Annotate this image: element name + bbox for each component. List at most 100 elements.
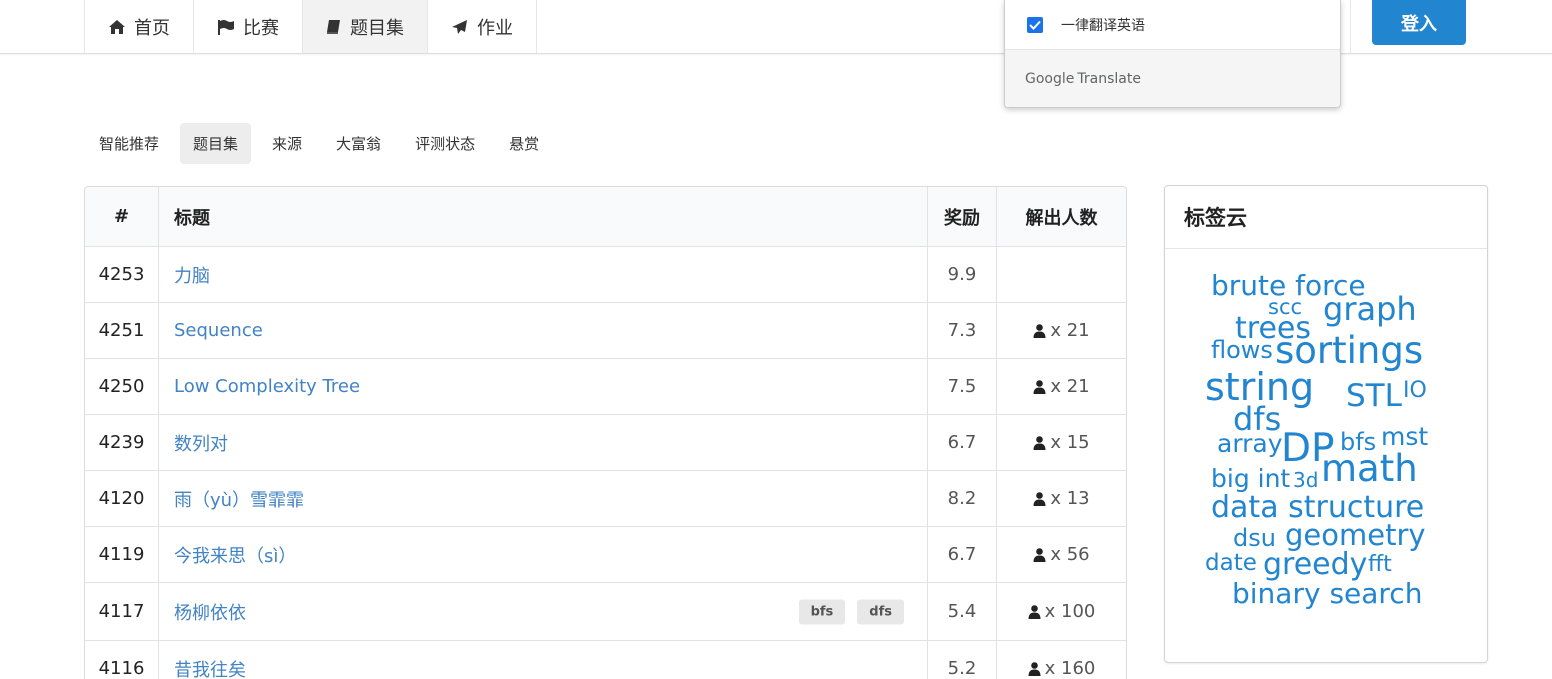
problem-title-link[interactable]: 昔我往矣 [174, 656, 246, 679]
always-translate-label: 一律翻译英语 [1061, 17, 1145, 34]
problem-title-link[interactable]: Low Complexity Tree [174, 376, 360, 397]
solved-count: x 21 [1033, 376, 1090, 397]
tag-cloud-word[interactable]: flows [1211, 338, 1273, 362]
problem-tag[interactable]: bfs [798, 599, 846, 624]
problem-title-cell: 今我来思（sì） [159, 527, 928, 582]
subnav-bounty[interactable]: 悬赏 [496, 123, 552, 164]
subnav-recommend[interactable]: 智能推荐 [86, 123, 172, 164]
tag-cloud: brute force scc graph trees flows sortings str… [1165, 250, 1487, 662]
checkbox-checked-icon[interactable] [1027, 16, 1043, 33]
tag-cloud-word[interactable]: 3d [1293, 470, 1318, 490]
table-header-row: # 标题 奖励 解出人数 [85, 187, 1126, 247]
solved-count-text: x 21 [1050, 320, 1090, 341]
tag-cloud-word[interactable]: binary search [1232, 580, 1422, 608]
tag-cloud-word[interactable]: greedy [1263, 550, 1367, 580]
book-icon [327, 19, 340, 34]
user-icon [1033, 379, 1046, 394]
problem-table: # 标题 奖励 解出人数 4253 力脑 9.9 4251 Sequence 7.3 x 2… [84, 186, 1127, 679]
nav-item-label: 首页 [134, 17, 170, 39]
plane-icon [452, 19, 467, 34]
user-icon [1033, 547, 1046, 562]
nav-item-homework[interactable]: 作业 [427, 0, 537, 53]
tag-cloud-word[interactable]: big int [1211, 466, 1290, 491]
problem-title-link[interactable]: 杨柳依依 [174, 599, 246, 625]
problem-id: 4239 [85, 415, 159, 470]
subnav-monopoly[interactable]: 大富翁 [323, 123, 394, 164]
tag-cloud-word[interactable]: IO [1403, 380, 1427, 402]
problem-solved: x 160 [997, 641, 1126, 679]
problem-id: 4253 [85, 247, 159, 302]
home-icon [109, 19, 125, 34]
subnav-problemsets[interactable]: 题目集 [180, 123, 252, 164]
user-icon [1033, 491, 1046, 506]
google-translate-branding: Google Translate [1005, 50, 1340, 107]
tag-cloud-panel: 标签云 brute force scc graph trees flows sorting… [1164, 185, 1488, 663]
solved-count-text: x 15 [1050, 432, 1090, 453]
problem-solved: x 15 [997, 415, 1126, 470]
nav-item-contests[interactable]: 比赛 [193, 0, 302, 53]
nav-item-problemsets[interactable]: 题目集 [302, 0, 427, 53]
col-header-reward[interactable]: 奖励 [928, 187, 997, 246]
problem-title-link[interactable]: Sequence [174, 320, 263, 341]
solved-count: x 13 [1033, 488, 1090, 509]
problem-tag[interactable]: dfs [857, 599, 904, 624]
tag-cloud-word[interactable]: geometry [1285, 521, 1426, 550]
problem-title-cell: 数列对 [159, 415, 928, 470]
col-header-id[interactable]: # [85, 187, 159, 246]
problem-solved: x 13 [997, 471, 1126, 526]
problem-solved: x 56 [997, 527, 1126, 582]
tag-cloud-word[interactable]: array [1217, 431, 1283, 456]
solved-count-text: x 160 [1044, 658, 1096, 679]
tag-cloud-word[interactable]: fft [1368, 554, 1392, 576]
problem-title-link[interactable]: 力脑 [174, 262, 210, 288]
user-icon [1028, 661, 1041, 676]
problemset-subnav: 智能推荐 题目集 来源 大富翁 评测状态 悬赏 [86, 123, 560, 164]
problem-id: 4120 [85, 471, 159, 526]
subnav-judge-status[interactable]: 评测状态 [402, 123, 488, 164]
tag-cloud-word[interactable]: date [1205, 552, 1257, 575]
problem-reward: 6.7 [928, 415, 997, 470]
problem-title-link[interactable]: 今我来思（sì） [174, 542, 296, 568]
solved-count-text: x 100 [1044, 601, 1096, 622]
problem-reward: 7.5 [928, 359, 997, 414]
main-nav: 首页 比赛 题目集 作业 [84, 0, 537, 53]
solved-count: x 100 [1028, 601, 1096, 622]
solved-count: x 21 [1033, 320, 1090, 341]
subnav-source[interactable]: 来源 [259, 123, 315, 164]
solved-count-text: x 56 [1050, 544, 1090, 565]
problem-title-cell: 力脑 [159, 247, 928, 302]
problem-id: 4116 [85, 641, 159, 679]
tag-cloud-word[interactable]: STL [1346, 381, 1402, 412]
tag-cloud-word[interactable]: sortings [1275, 332, 1423, 369]
problem-id: 4117 [85, 583, 159, 640]
table-body: 4253 力脑 9.9 4251 Sequence 7.3 x 21 4250 Low Comp… [85, 247, 1126, 679]
col-header-solved[interactable]: 解出人数 [997, 187, 1126, 246]
solved-count-text: x 13 [1050, 488, 1090, 509]
problem-reward: 8.2 [928, 471, 997, 526]
tag-cloud-word[interactable]: math [1321, 450, 1418, 487]
problem-reward: 7.3 [928, 303, 997, 358]
problem-solved: x 100 [997, 583, 1126, 640]
login-button[interactable]: 登入 [1372, 0, 1466, 45]
problem-tags: bfs dfs [787, 599, 904, 624]
problem-id: 4250 [85, 359, 159, 414]
nav-item-home[interactable]: 首页 [84, 0, 193, 53]
problem-title-link[interactable]: 数列对 [174, 430, 228, 456]
problem-reward: 5.2 [928, 641, 997, 679]
tag-cloud-title: 标签云 [1165, 186, 1487, 249]
table-row: 4119 今我来思（sì） 6.7 x 56 [85, 527, 1126, 583]
table-row: 4251 Sequence 7.3 x 21 [85, 303, 1126, 359]
flag-icon [218, 19, 234, 35]
problem-title-cell: 昔我往矣 [159, 641, 928, 679]
table-row: 4250 Low Complexity Tree 7.5 x 21 [85, 359, 1126, 415]
tag-cloud-word[interactable]: mst [1381, 424, 1428, 449]
col-header-title[interactable]: 标题 [159, 187, 928, 246]
always-translate-option[interactable]: 一律翻译英语 [1005, 0, 1340, 50]
problem-title-cell: Low Complexity Tree [159, 359, 928, 414]
problem-id: 4119 [85, 527, 159, 582]
problem-reward: 9.9 [928, 247, 997, 302]
problem-solved [997, 247, 1126, 302]
solved-count-text: x 21 [1050, 376, 1090, 397]
tag-cloud-word[interactable]: graph [1323, 293, 1417, 325]
problem-title-link[interactable]: 雨（yù）雪霏霏 [174, 486, 304, 512]
